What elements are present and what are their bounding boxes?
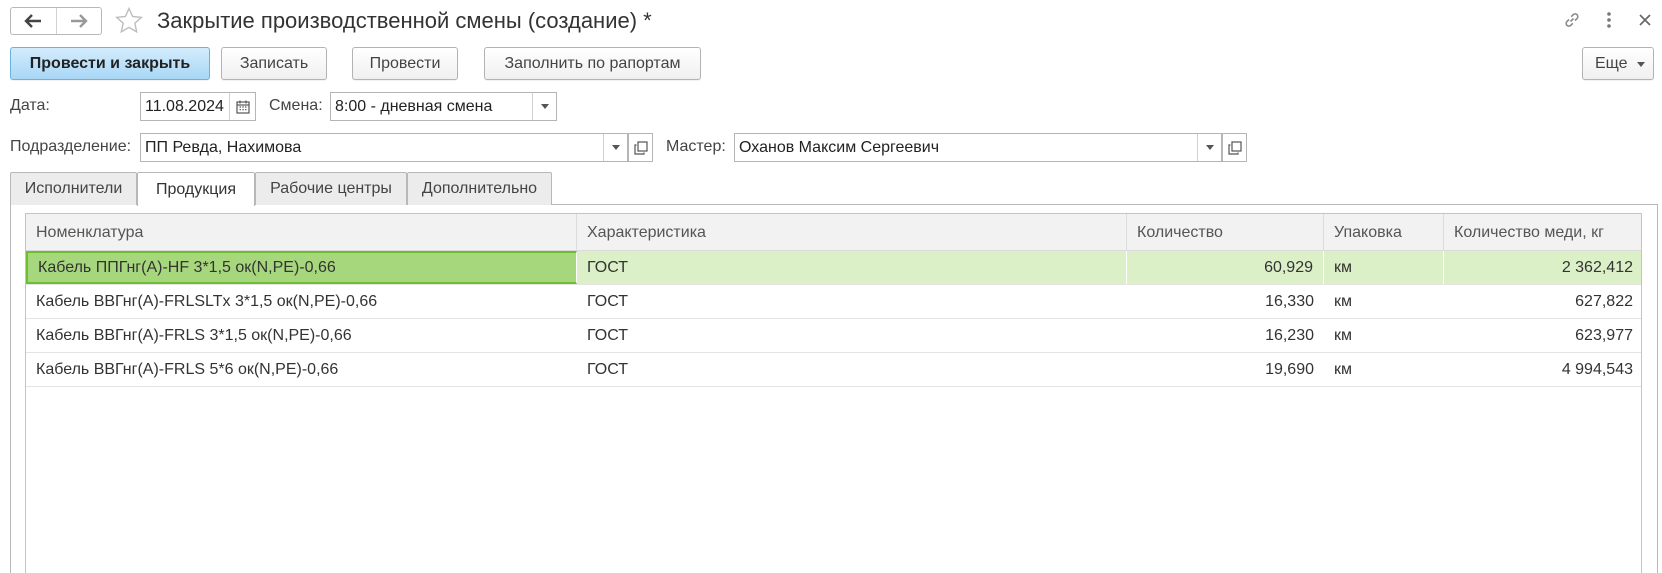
post-button[interactable]: Провести	[352, 47, 458, 80]
division-select[interactable]: ПП Ревда, Нахимова	[140, 133, 628, 162]
arrow-left-icon	[24, 14, 42, 28]
products-table: Номенклатура Характеристика Количество У…	[25, 213, 1642, 573]
quantity-cell[interactable]: 16,230	[1127, 319, 1324, 352]
nomenclature-cell[interactable]: Кабель ВВГнг(А)-FRLS 5*6 ок(N,PE)-0,66	[26, 353, 577, 386]
back-button[interactable]	[11, 8, 56, 34]
calendar-icon	[235, 100, 250, 114]
characteristic-cell[interactable]: ГОСТ	[577, 285, 1127, 318]
calendar-button[interactable]	[229, 93, 255, 120]
date-value: 11.08.2024	[145, 97, 224, 115]
shift-label: Смена:	[269, 97, 323, 114]
shift-select[interactable]: 8:00 - дневная смена	[330, 92, 557, 121]
column-header-nomenclature[interactable]: Номенклатура	[26, 214, 577, 251]
star-icon	[115, 6, 143, 34]
forward-button[interactable]	[55, 8, 102, 34]
tab-work-centers[interactable]: Рабочие центры	[255, 172, 407, 205]
tab-additional[interactable]: Дополнительно	[407, 172, 552, 205]
date-field[interactable]: 11.08.2024	[140, 92, 256, 121]
date-label: Дата:	[10, 97, 50, 114]
document-title: Закрытие производственной смены (создани…	[157, 8, 652, 33]
link-icon	[1565, 13, 1579, 27]
open-form-icon	[633, 140, 648, 155]
shift-dropdown-button[interactable]	[532, 93, 556, 120]
division-open-button[interactable]	[628, 133, 653, 162]
more-vertical-icon	[1607, 12, 1611, 28]
division-value: ПП Ревда, Нахимова	[145, 138, 302, 156]
table-header: Номенклатура Характеристика Количество У…	[26, 214, 1641, 251]
table-row[interactable]: Кабель ВВГнг(А)-FRLS 3*1,5 ок(N,PE)-0,66…	[26, 319, 1641, 353]
more-button-label: Еще	[1595, 54, 1628, 72]
quantity-cell[interactable]: 60,929	[1127, 251, 1324, 284]
characteristic-cell[interactable]: ГОСТ	[577, 353, 1127, 386]
open-form-icon	[1227, 140, 1242, 155]
master-value: Оханов Максим Сергеевич	[739, 138, 940, 156]
favorite-button[interactable]	[114, 6, 144, 36]
link-button[interactable]	[1561, 9, 1583, 31]
master-dropdown-button[interactable]	[1197, 134, 1221, 161]
dropdown-arrow-icon	[1205, 145, 1214, 150]
shift-value: 8:00 - дневная смена	[335, 97, 493, 115]
nomenclature-cell[interactable]: Кабель ППГнг(А)-HF 3*1,5 ок(N,PE)-0,66	[26, 251, 577, 284]
division-dropdown-button[interactable]	[603, 134, 627, 161]
close-button[interactable]	[1634, 9, 1656, 31]
copper-quantity-cell[interactable]: 2 362,412	[1444, 251, 1643, 284]
nomenclature-cell[interactable]: Кабель ВВГнг(А)-FRLSLTx 3*1,5 ок(N,PE)-0…	[26, 285, 577, 318]
arrow-right-icon	[70, 14, 88, 28]
table-row[interactable]: Кабель ВВГнг(А)-FRLSLTx 3*1,5 ок(N,PE)-0…	[26, 285, 1641, 319]
quantity-cell[interactable]: 19,690	[1127, 353, 1324, 386]
package-cell[interactable]: км	[1324, 285, 1444, 318]
master-label: Мастер:	[666, 138, 726, 155]
table-row[interactable]: Кабель ВВГнг(А)-FRLS 5*6 ок(N,PE)-0,66 Г…	[26, 353, 1641, 387]
copper-quantity-cell[interactable]: 627,822	[1444, 285, 1643, 318]
fill-from-reports-button[interactable]: Заполнить по рапортам	[484, 47, 701, 80]
tab-performers[interactable]: Исполнители	[10, 172, 137, 205]
column-header-package[interactable]: Упаковка	[1324, 214, 1444, 251]
column-header-quantity[interactable]: Количество	[1127, 214, 1324, 251]
dropdown-arrow-icon	[611, 145, 620, 150]
division-label: Подразделение:	[10, 138, 132, 155]
chevron-down-icon	[1637, 62, 1645, 67]
package-cell[interactable]: км	[1324, 251, 1444, 284]
column-header-characteristic[interactable]: Характеристика	[577, 214, 1127, 251]
master-select[interactable]: Оханов Максим Сергеевич	[734, 133, 1222, 162]
save-button[interactable]: Записать	[221, 47, 327, 80]
table-row[interactable]: Кабель ППГнг(А)-HF 3*1,5 ок(N,PE)-0,66 Г…	[26, 251, 1641, 285]
package-cell[interactable]: км	[1324, 319, 1444, 352]
master-open-button[interactable]	[1222, 133, 1247, 162]
post-and-close-button[interactable]: Провести и закрыть	[10, 47, 210, 80]
tab-products[interactable]: Продукция	[137, 172, 255, 206]
menu-button[interactable]	[1598, 9, 1620, 31]
package-cell[interactable]: км	[1324, 353, 1444, 386]
characteristic-cell[interactable]: ГОСТ	[577, 251, 1127, 284]
quantity-cell[interactable]: 16,330	[1127, 285, 1324, 318]
dropdown-arrow-icon	[540, 104, 549, 109]
characteristic-cell[interactable]: ГОСТ	[577, 319, 1127, 352]
copper-quantity-cell[interactable]: 4 994,543	[1444, 353, 1643, 386]
title-bar: Закрытие производственной смены (создани…	[0, 0, 1662, 40]
nomenclature-cell[interactable]: Кабель ВВГнг(А)-FRLS 3*1,5 ок(N,PE)-0,66	[26, 319, 577, 352]
command-bar: Провести и закрыть Записать Провести Зап…	[0, 47, 1662, 81]
navigation-buttons	[10, 7, 102, 35]
column-header-copper-quantity[interactable]: Количество меди, кг	[1444, 214, 1643, 251]
close-icon	[1639, 14, 1651, 26]
copper-quantity-cell[interactable]: 623,977	[1444, 319, 1643, 352]
more-button[interactable]: Еще	[1582, 47, 1654, 80]
